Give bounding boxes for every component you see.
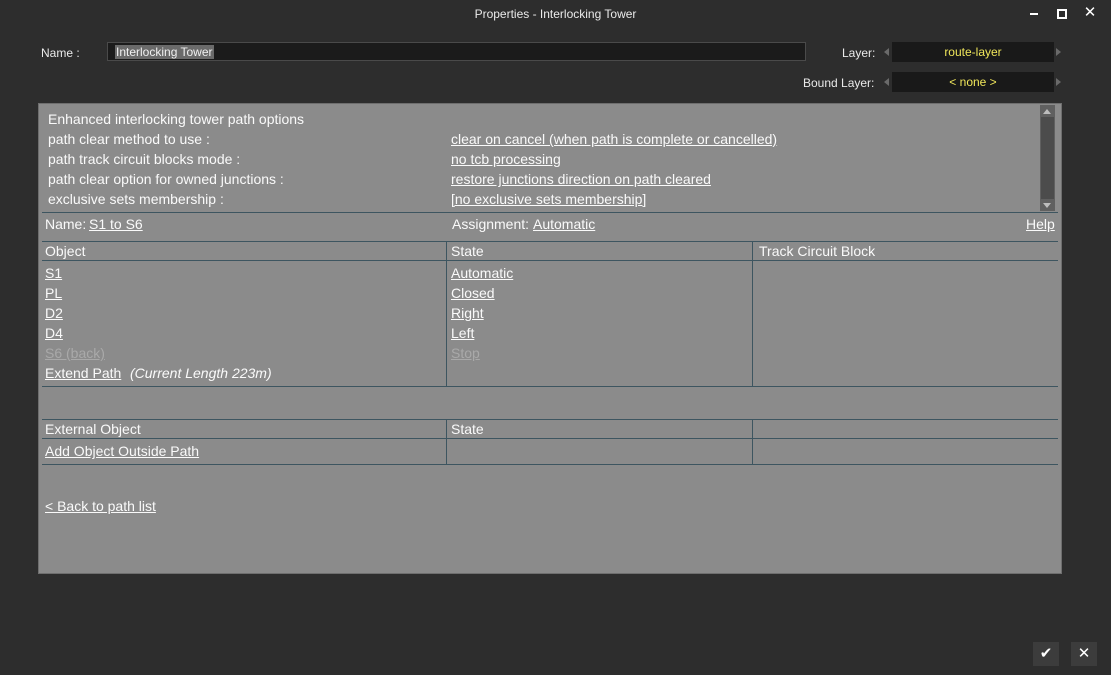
back-to-path-list-link[interactable]: < Back to path list [45, 498, 156, 514]
state-link[interactable]: Automatic [451, 265, 513, 281]
column-divider [752, 419, 753, 465]
column-header-state: State [451, 243, 484, 259]
assignment-link[interactable]: Automatic [533, 216, 595, 232]
option-label: exclusive sets membership : [48, 191, 224, 207]
column-divider [446, 241, 447, 386]
name-field-value: Interlocking Tower [115, 45, 214, 59]
extend-path-link[interactable]: Extend Path [45, 365, 121, 381]
minimize-icon [1030, 13, 1038, 16]
layer-label: Layer: [842, 46, 876, 60]
window-title: Properties - Interlocking Tower [474, 7, 637, 21]
column-header-external-state: State [451, 421, 484, 437]
bound-layer-next-arrow-icon[interactable] [1056, 78, 1061, 86]
column-header-external-object: External Object [45, 421, 141, 437]
divider [42, 419, 1058, 420]
path-name-link[interactable]: S1 to S6 [89, 216, 143, 232]
minimize-button[interactable] [1026, 5, 1042, 21]
cancel-button[interactable]: ✕ [1071, 642, 1097, 666]
option-value-link[interactable]: [no exclusive sets membership] [451, 191, 646, 207]
options-scrollbar[interactable] [1040, 105, 1055, 211]
state-link[interactable]: Left [451, 325, 474, 341]
divider [42, 386, 1058, 387]
option-label: path clear option for owned junctions : [48, 171, 284, 187]
column-divider [446, 419, 447, 465]
layer-select[interactable]: route-layer [892, 42, 1054, 62]
divider [42, 241, 1058, 242]
divider [42, 464, 1058, 465]
check-icon: ✔ [1039, 645, 1053, 662]
state-link[interactable]: Closed [451, 285, 495, 301]
add-object-outside-path-link[interactable]: Add Object Outside Path [45, 443, 199, 459]
path-name-label: Name: [45, 216, 87, 232]
column-header-object: Object [45, 243, 86, 259]
object-link[interactable]: PL [45, 285, 62, 301]
maximize-icon [1057, 9, 1067, 20]
options-heading: Enhanced interlocking tower path options [48, 111, 305, 127]
title-bar: Properties - Interlocking Tower ✕ [0, 0, 1111, 28]
scroll-thumb[interactable] [1041, 117, 1054, 199]
close-icon: ✕ [1083, 4, 1097, 21]
close-icon: ✕ [1077, 645, 1091, 662]
column-divider [752, 241, 753, 386]
option-label: path track circuit blocks mode : [48, 151, 241, 167]
current-length-text: (Current Length 223m) [130, 365, 272, 381]
maximize-button[interactable] [1054, 5, 1070, 21]
layer-next-arrow-icon[interactable] [1056, 48, 1061, 56]
help-link[interactable]: Help [1026, 216, 1055, 232]
object-link[interactable]: D2 [45, 305, 63, 321]
option-label: path clear method to use : [48, 131, 210, 147]
divider [42, 260, 1058, 261]
properties-panel: Enhanced interlocking tower path options… [38, 103, 1062, 574]
state-link[interactable]: Right [451, 305, 484, 321]
option-value-link[interactable]: no tcb processing [451, 151, 561, 167]
assignment-label: Assignment: [452, 216, 530, 232]
name-label: Name : [41, 46, 80, 60]
divider [42, 438, 1058, 439]
object-link[interactable]: S1 [45, 265, 62, 281]
ok-button[interactable]: ✔ [1033, 642, 1059, 666]
object-link-disabled: S6 (back) [45, 345, 105, 361]
scroll-down-icon[interactable] [1043, 203, 1051, 208]
close-button[interactable]: ✕ [1082, 5, 1098, 21]
object-link[interactable]: D4 [45, 325, 63, 341]
state-link-disabled: Stop [451, 345, 480, 361]
name-field[interactable]: Interlocking Tower [107, 42, 806, 61]
layer-prev-arrow-icon[interactable] [884, 48, 889, 56]
column-header-tcb: Track Circuit Block [759, 243, 876, 259]
bound-layer-select[interactable]: < none > [892, 72, 1054, 92]
scroll-up-icon[interactable] [1043, 109, 1051, 114]
divider [42, 212, 1058, 213]
bound-layer-label: Bound Layer: [803, 76, 875, 90]
option-value-link[interactable]: restore junctions direction on path clea… [451, 171, 711, 187]
bound-layer-prev-arrow-icon[interactable] [884, 78, 889, 86]
option-value-link[interactable]: clear on cancel (when path is complete o… [451, 131, 777, 147]
